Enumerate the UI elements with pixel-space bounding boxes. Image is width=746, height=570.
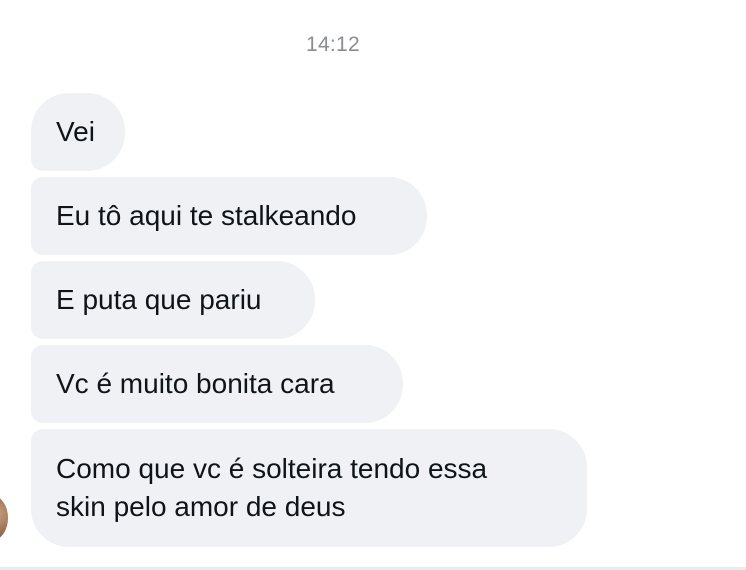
message-bubble[interactable]: E puta que pariu (31, 261, 315, 339)
message-bubble[interactable]: Vc é muito bonita cara (31, 345, 403, 423)
message-bubble[interactable]: Vei (31, 93, 125, 171)
message-line: Como que vc é solteira tendo essa (56, 453, 488, 484)
avatar[interactable] (0, 496, 8, 540)
message-bubble[interactable]: Eu tô aqui te stalkeando (31, 177, 427, 255)
message-bubble[interactable]: Como que vc é solteira tendo essa skin p… (31, 429, 587, 547)
message-timestamp: 14:12 (305, 33, 361, 56)
message-line: skin pelo amor de deus (56, 491, 346, 522)
